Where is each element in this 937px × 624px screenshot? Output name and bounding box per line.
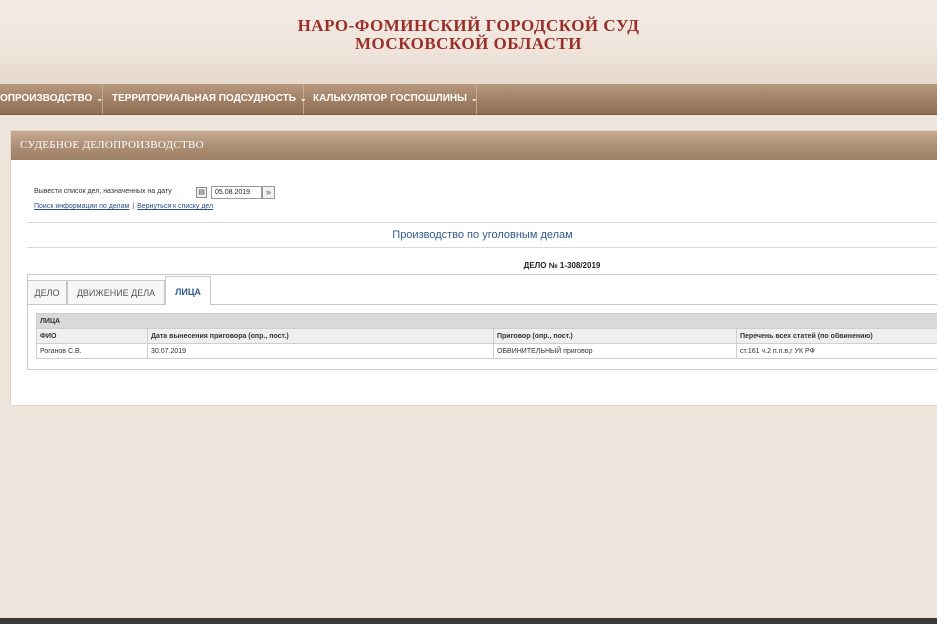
column-header: Перечень всех статей (по обвинению): [736, 328, 937, 344]
column-header: Дата вынесения приговора (опр., пост.): [147, 328, 494, 344]
court-title: НАРО-ФОМИНСКИЙ ГОРОДСКОЙ СУД МОСКОВСКОЙ …: [0, 17, 937, 53]
table-row: Роганов С.В. 30.07.2019 ОБВИНИТЕЛЬНЫЙ пр…: [36, 343, 937, 359]
section-title: Производство по уголовным делам: [392, 229, 573, 241]
nav-item-label: ОПРОИЗВОДСТВО: [0, 93, 93, 104]
chevron-down-icon: ⌄: [470, 94, 478, 103]
table-header-row: ФИО Дата вынесения приговора (опр., пост…: [36, 328, 937, 344]
table-cell: 30.07.2019: [147, 343, 494, 359]
site-header: НАРО-ФОМИНСКИЙ ГОРОДСКОЙ СУД МОСКОВСКОЙ …: [0, 0, 937, 84]
table-cell: ОБВИНИТЕЛЬНЫЙ приговор: [493, 343, 737, 359]
table-caption: ЛИЦА: [36, 313, 937, 329]
main-nav: ОПРОИЗВОДСТВО ⌄ ТЕРРИТОРИАЛЬНАЯ ПОДСУДНОС…: [0, 84, 937, 115]
tab-case-movement[interactable]: ДВИЖЕНИЕ ДЕЛА: [67, 280, 165, 304]
court-cases-panel: СУДЕБНОЕ ДЕЛОПРОИЗВОДСТВО Вывести список…: [10, 130, 937, 406]
divider: [27, 222, 937, 223]
nav-item-label: ТЕРРИТОРИАЛЬНАЯ ПОДСУДНОСТЬ: [112, 93, 296, 104]
taskbar-strip: [0, 618, 937, 624]
link-separator: |: [132, 203, 135, 210]
tab-case[interactable]: ДЕЛО: [27, 280, 67, 304]
date-label: Вывести список дел, назначенных на дату: [34, 188, 172, 195]
date-input[interactable]: [211, 186, 262, 199]
column-header: Приговор (опр., пост.): [493, 328, 737, 344]
tab-baseline: [27, 304, 937, 305]
nav-item-fee-calculator[interactable]: КАЛЬКУЛЯТОР ГОСПОШЛИНЫ ⌄: [304, 84, 478, 114]
nav-item-label: КАЛЬКУЛЯТОР ГОСПОШЛИНЫ: [313, 93, 467, 104]
table-cell: Роганов С.В.: [36, 343, 148, 359]
persons-table: ЛИЦА ФИО Дата вынесения приговора (опр.,…: [36, 313, 937, 359]
search-cases-link[interactable]: Поиск информации по делам: [34, 203, 129, 210]
case-number: ДЕЛО № 1-308/2019: [523, 261, 601, 270]
show-list-button[interactable]: »: [262, 186, 275, 199]
table-cell: ст.161 ч.2 п.п.в,г УК РФ: [736, 343, 937, 359]
tab-persons[interactable]: ЛИЦА: [165, 276, 211, 305]
nav-item-proceedings[interactable]: ОПРОИЗВОДСТВО ⌄: [0, 84, 103, 114]
chevron-down-icon: ⌄: [96, 94, 104, 103]
column-header: ФИО: [36, 328, 148, 344]
court-title-line2: МОСКОВСКОЙ ОБЛАСТИ: [354, 34, 583, 53]
panel-links: Поиск информации по делам | Вернуться к сп…: [34, 203, 213, 210]
nav-item-jurisdiction[interactable]: ТЕРРИТОРИАЛЬНАЯ ПОДСУДНОСТЬ ⌄: [103, 84, 307, 114]
panel-title: СУДЕБНОЕ ДЕЛОПРОИЗВОДСТВО: [11, 131, 937, 160]
table-caption-row: ЛИЦА: [36, 313, 937, 329]
divider: [27, 247, 937, 248]
calendar-icon[interactable]: ▤: [196, 187, 207, 198]
court-title-line1: НАРО-ФОМИНСКИЙ ГОРОДСКОЙ СУД: [297, 16, 640, 35]
back-to-list-link[interactable]: Вернуться к списку дел: [137, 203, 213, 210]
